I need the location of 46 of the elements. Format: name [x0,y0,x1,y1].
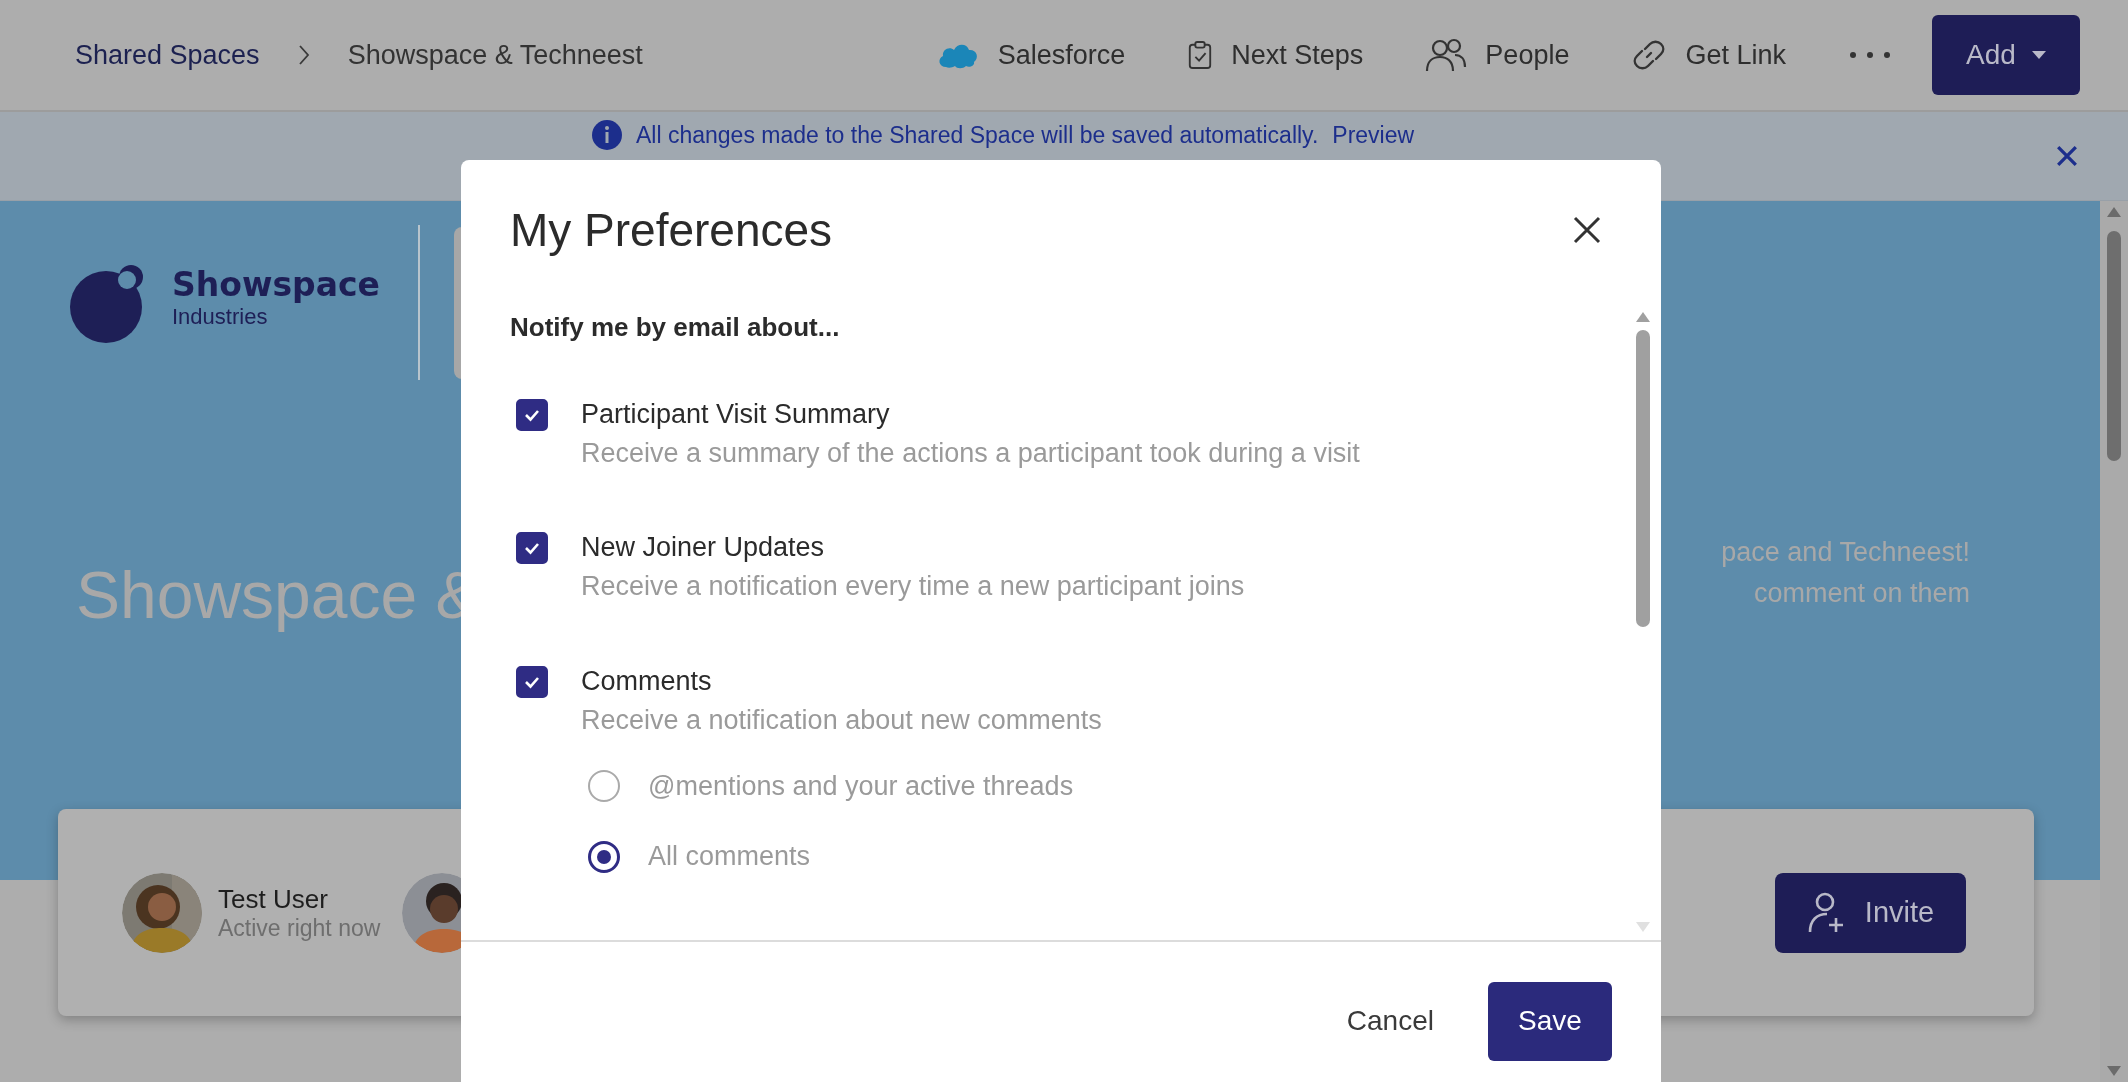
option-title: Participant Visit Summary [581,399,891,430]
scroll-up-icon [1636,312,1650,322]
section-heading: Notify me by email about... [510,312,841,343]
close-icon[interactable] [1573,216,1601,244]
breadcrumb-link[interactable]: Shared Spaces [75,39,260,71]
option-title: New Joiner Updates [581,532,826,564]
dialog-title: My Preferences [510,203,833,257]
scrollbar-thumb[interactable] [1636,330,1650,627]
scroll-down-icon [1636,922,1650,932]
option-description: Receive a summary of the actions a participant took during a visit [581,438,1360,469]
preview-link[interactable]: Preview [1332,121,1415,149]
people-icon [1425,37,1468,73]
checkbox[interactable] [516,399,548,431]
banner-message: All changes made to the Shared Space will be saved automatically. [636,121,1319,149]
scroll-down-icon [2107,1066,2121,1076]
participant-name: Test User [218,883,329,915]
toolbar-link[interactable]: Next Steps [1187,39,1364,71]
radio-label: @mentions and your active threads [648,770,1074,802]
scrollbar-thumb[interactable] [2107,231,2121,461]
radio-button[interactable] [588,840,620,873]
hero-text: pace and Techneest! [1721,536,1970,568]
breadcrumb-link[interactable]: Showspace & Techneest [347,39,643,71]
participant-status: Active right now [218,914,381,942]
more-icon[interactable] [1848,50,1892,60]
radio-button[interactable] [588,770,620,803]
clipboard-icon [1187,40,1214,70]
radio-label: All comments [648,841,811,873]
caret-icon [2031,51,2046,59]
option-description: Receive a notification every time a new participant joins [581,571,1245,603]
invite-button[interactable]: Invite [1775,872,1966,953]
save-button[interactable]: Save [1488,981,1612,1061]
toolbar-link[interactable]: People [1425,37,1570,73]
logo-name: Showspace [172,265,380,304]
checkbox[interactable] [516,665,548,698]
scroll-up-icon [2107,207,2121,217]
option-title: Comments [581,665,713,697]
hero-text: comment on them [1753,577,1970,609]
info-icon [592,120,622,150]
chevron-icon [297,44,310,66]
add-button[interactable]: Add [1932,15,2080,95]
toolbar-link[interactable]: Get Link [1631,37,1786,73]
logo-subtitle: Industries [172,304,269,330]
toolbar-link[interactable]: Salesforce [935,39,1126,71]
cancel-button[interactable]: Cancel [1340,1004,1440,1038]
checkbox[interactable] [516,532,548,565]
option-description: Receive a notification about new comments [581,704,1102,736]
